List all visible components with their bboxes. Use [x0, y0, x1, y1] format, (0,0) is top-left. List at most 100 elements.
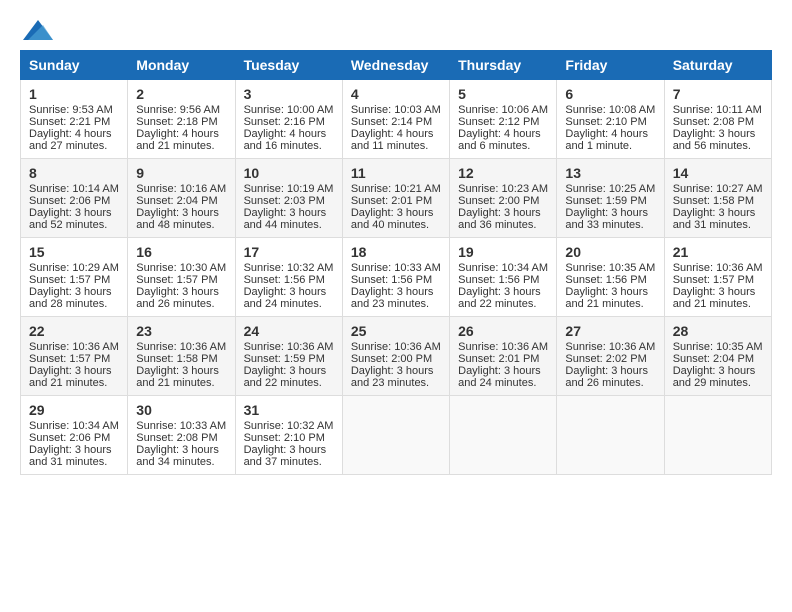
sunrise: Sunrise: 10:03 AM: [351, 104, 441, 116]
daylight: Daylight: 3 hours and 21 minutes.: [29, 365, 112, 389]
sunrise: Sunrise: 10:32 AM: [244, 262, 334, 274]
sunset: Sunset: 2:06 PM: [29, 195, 110, 207]
sunrise: Sunrise: 10:11 AM: [673, 104, 762, 116]
daylight: Daylight: 3 hours and 33 minutes.: [565, 207, 648, 231]
sunrise: Sunrise: 10:34 AM: [458, 262, 548, 274]
sunset: Sunset: 2:04 PM: [673, 353, 754, 365]
weekday-monday: Monday: [128, 51, 235, 80]
calendar-cell: 5Sunrise: 10:06 AMSunset: 2:12 PMDayligh…: [450, 80, 557, 159]
sunrise: Sunrise: 10:33 AM: [351, 262, 441, 274]
calendar-cell: [557, 396, 664, 475]
calendar-cell: 30Sunrise: 10:33 AMSunset: 2:08 PMDaylig…: [128, 396, 235, 475]
sunrise: Sunrise: 10:36 AM: [565, 341, 655, 353]
daylight: Daylight: 3 hours and 36 minutes.: [458, 207, 541, 231]
logo: [20, 20, 53, 40]
calendar-cell: [664, 396, 771, 475]
sunset: Sunset: 1:59 PM: [565, 195, 646, 207]
sunrise: Sunrise: 10:35 AM: [673, 341, 763, 353]
sunset: Sunset: 2:12 PM: [458, 116, 539, 128]
sunset: Sunset: 1:58 PM: [136, 353, 217, 365]
sunrise: Sunrise: 10:36 AM: [458, 341, 548, 353]
calendar-cell: 20Sunrise: 10:35 AMSunset: 1:56 PMDaylig…: [557, 238, 664, 317]
daylight: Daylight: 3 hours and 21 minutes.: [136, 365, 219, 389]
sunrise: Sunrise: 10:27 AM: [673, 183, 763, 195]
calendar-cell: 16Sunrise: 10:30 AMSunset: 1:57 PMDaylig…: [128, 238, 235, 317]
sunrise: Sunrise: 10:32 AM: [244, 420, 334, 432]
calendar-cell: 8Sunrise: 10:14 AMSunset: 2:06 PMDayligh…: [21, 159, 128, 238]
sunrise: Sunrise: 10:35 AM: [565, 262, 655, 274]
daylight: Daylight: 3 hours and 26 minutes.: [565, 365, 648, 389]
daylight: Daylight: 3 hours and 37 minutes.: [244, 444, 327, 468]
sunset: Sunset: 2:06 PM: [29, 432, 110, 444]
calendar-cell: [342, 396, 449, 475]
sunset: Sunset: 1:58 PM: [673, 195, 754, 207]
weekday-saturday: Saturday: [664, 51, 771, 80]
sunrise: Sunrise: 10:25 AM: [565, 183, 655, 195]
day-number: 27: [565, 323, 655, 339]
sunset: Sunset: 1:56 PM: [244, 274, 325, 286]
day-number: 22: [29, 323, 119, 339]
day-number: 1: [29, 86, 119, 102]
daylight: Daylight: 3 hours and 48 minutes.: [136, 207, 219, 231]
sunset: Sunset: 2:10 PM: [565, 116, 646, 128]
sunset: Sunset: 2:01 PM: [351, 195, 432, 207]
sunset: Sunset: 2:21 PM: [29, 116, 110, 128]
sunset: Sunset: 2:01 PM: [458, 353, 539, 365]
sunrise: Sunrise: 10:08 AM: [565, 104, 655, 116]
calendar-cell: 2Sunrise: 9:56 AMSunset: 2:18 PMDaylight…: [128, 80, 235, 159]
daylight: Daylight: 3 hours and 24 minutes.: [458, 365, 541, 389]
header: [20, 20, 772, 40]
sunrise: Sunrise: 10:34 AM: [29, 420, 119, 432]
calendar-cell: 18Sunrise: 10:33 AMSunset: 1:56 PMDaylig…: [342, 238, 449, 317]
daylight: Daylight: 3 hours and 22 minutes.: [458, 286, 541, 310]
week-row-1: 1Sunrise: 9:53 AMSunset: 2:21 PMDaylight…: [21, 80, 772, 159]
daylight: Daylight: 3 hours and 26 minutes.: [136, 286, 219, 310]
sunset: Sunset: 2:14 PM: [351, 116, 432, 128]
daylight: Daylight: 3 hours and 40 minutes.: [351, 207, 434, 231]
weekday-wednesday: Wednesday: [342, 51, 449, 80]
calendar-cell: 15Sunrise: 10:29 AMSunset: 1:57 PMDaylig…: [21, 238, 128, 317]
day-number: 12: [458, 165, 548, 181]
sunset: Sunset: 2:00 PM: [351, 353, 432, 365]
calendar-cell: 3Sunrise: 10:00 AMSunset: 2:16 PMDayligh…: [235, 80, 342, 159]
calendar-cell: [450, 396, 557, 475]
sunrise: Sunrise: 9:53 AM: [29, 104, 113, 116]
calendar-cell: 22Sunrise: 10:36 AMSunset: 1:57 PMDaylig…: [21, 317, 128, 396]
day-number: 15: [29, 244, 119, 260]
calendar-cell: 4Sunrise: 10:03 AMSunset: 2:14 PMDayligh…: [342, 80, 449, 159]
calendar-cell: 17Sunrise: 10:32 AMSunset: 1:56 PMDaylig…: [235, 238, 342, 317]
daylight: Daylight: 3 hours and 44 minutes.: [244, 207, 327, 231]
daylight: Daylight: 3 hours and 52 minutes.: [29, 207, 112, 231]
sunrise: Sunrise: 10:29 AM: [29, 262, 119, 274]
day-number: 11: [351, 165, 441, 181]
sunrise: Sunrise: 10:33 AM: [136, 420, 226, 432]
sunrise: Sunrise: 10:06 AM: [458, 104, 548, 116]
daylight: Daylight: 4 hours and 16 minutes.: [244, 128, 327, 152]
daylight: Daylight: 4 hours and 6 minutes.: [458, 128, 541, 152]
calendar-cell: 10Sunrise: 10:19 AMSunset: 2:03 PMDaylig…: [235, 159, 342, 238]
day-number: 17: [244, 244, 334, 260]
daylight: Daylight: 3 hours and 29 minutes.: [673, 365, 756, 389]
day-number: 14: [673, 165, 763, 181]
day-number: 20: [565, 244, 655, 260]
calendar-cell: 31Sunrise: 10:32 AMSunset: 2:10 PMDaylig…: [235, 396, 342, 475]
daylight: Daylight: 3 hours and 21 minutes.: [673, 286, 756, 310]
calendar-cell: 6Sunrise: 10:08 AMSunset: 2:10 PMDayligh…: [557, 80, 664, 159]
sunset: Sunset: 1:57 PM: [673, 274, 754, 286]
sunrise: Sunrise: 10:21 AM: [351, 183, 441, 195]
day-number: 21: [673, 244, 763, 260]
weekday-friday: Friday: [557, 51, 664, 80]
sunrise: Sunrise: 9:56 AM: [136, 104, 220, 116]
daylight: Daylight: 3 hours and 23 minutes.: [351, 365, 434, 389]
day-number: 30: [136, 402, 226, 418]
weekday-sunday: Sunday: [21, 51, 128, 80]
daylight: Daylight: 4 hours and 27 minutes.: [29, 128, 112, 152]
sunrise: Sunrise: 10:36 AM: [673, 262, 763, 274]
calendar-cell: 12Sunrise: 10:23 AMSunset: 2:00 PMDaylig…: [450, 159, 557, 238]
week-row-4: 22Sunrise: 10:36 AMSunset: 1:57 PMDaylig…: [21, 317, 772, 396]
calendar-cell: 11 Sunrise: 10:21 AMSunset: 2:01 PMDaylig…: [342, 159, 449, 238]
day-number: 29: [29, 402, 119, 418]
sunrise: Sunrise: 10:23 AM: [458, 183, 548, 195]
sunrise: Sunrise: 10:30 AM: [136, 262, 226, 274]
sunrise: Sunrise: 10:16 AM: [136, 183, 226, 195]
